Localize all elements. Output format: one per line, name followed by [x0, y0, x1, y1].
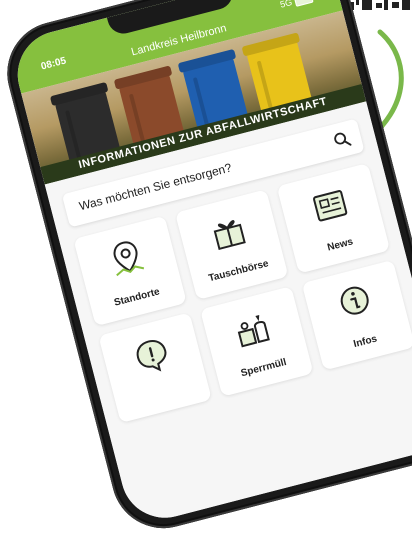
- search-icon[interactable]: [331, 129, 353, 151]
- alert-bubble-icon: [136, 340, 167, 372]
- info-icon: [340, 286, 369, 315]
- gift-box-icon: [213, 220, 246, 251]
- location-pin-icon: [113, 241, 145, 277]
- news-icon: [313, 190, 348, 222]
- scene: 08:05 5G Landkreis Heilbronn INFORMATION…: [0, 0, 412, 539]
- bulky-waste-icon: [237, 314, 270, 348]
- phone-screen: 08:05 5G Landkreis Heilbronn INFORMATION…: [8, 0, 412, 528]
- smartphone: 08:05 5G Landkreis Heilbronn INFORMATION…: [0, 0, 412, 539]
